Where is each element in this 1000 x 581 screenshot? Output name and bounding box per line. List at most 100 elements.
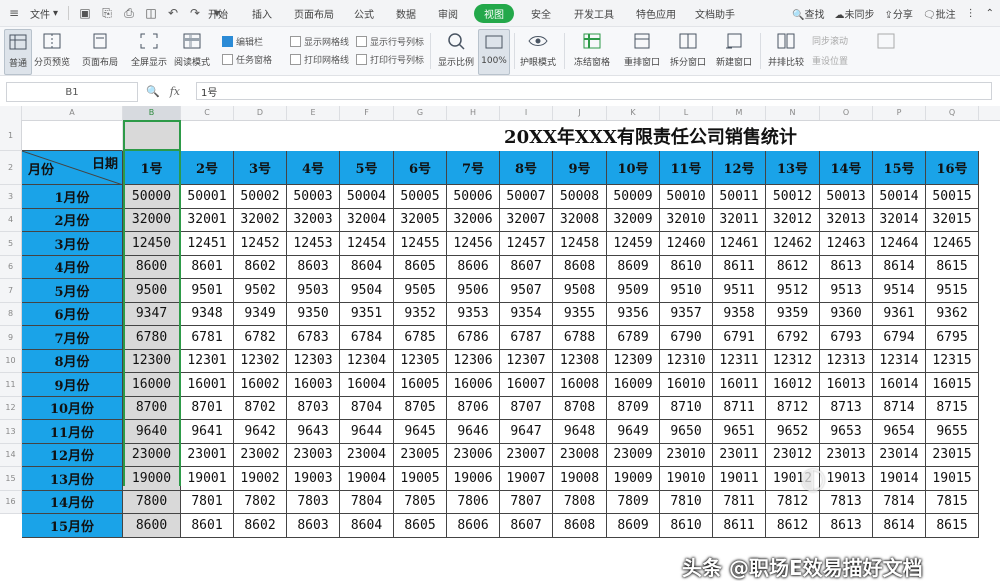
data-cell[interactable]: 12313 xyxy=(820,349,873,373)
data-cell[interactable]: 19003 xyxy=(287,467,340,491)
data-cell[interactable]: 9348 xyxy=(181,302,234,326)
data-cell[interactable]: 16012 xyxy=(766,373,820,397)
data-cell[interactable]: 8708 xyxy=(553,396,607,420)
month-label-cell[interactable]: 1月份 xyxy=(22,185,123,209)
data-cell[interactable]: 6787 xyxy=(500,326,553,350)
data-cell[interactable]: 9347 xyxy=(123,302,181,326)
data-cell[interactable]: 7803 xyxy=(287,490,340,514)
data-cell[interactable]: 8602 xyxy=(234,255,287,279)
data-cell[interactable]: 8714 xyxy=(873,396,926,420)
data-cell[interactable]: 50004 xyxy=(340,185,394,209)
column-header-d[interactable]: D xyxy=(234,106,287,120)
data-cell[interactable]: 23005 xyxy=(394,443,447,467)
tab-0[interactable]: 开始 xyxy=(196,4,240,23)
column-header-a[interactable]: A xyxy=(22,106,123,120)
data-cell[interactable]: 7807 xyxy=(500,490,553,514)
data-cell[interactable]: 32011 xyxy=(713,208,766,232)
eye-protection-button[interactable]: 护眼模式 xyxy=(518,29,558,73)
data-cell[interactable]: 16006 xyxy=(447,373,500,397)
print-preview-icon[interactable]: ◫ xyxy=(141,3,161,23)
data-cell[interactable]: 8705 xyxy=(394,396,447,420)
data-cell[interactable]: 12310 xyxy=(660,349,713,373)
month-label-cell[interactable]: 12月份 xyxy=(22,443,123,467)
data-cell[interactable]: 8702 xyxy=(234,396,287,420)
row-header-4[interactable]: 4 xyxy=(0,208,22,232)
data-cell[interactable]: 8608 xyxy=(553,514,607,538)
data-cell[interactable]: 9349 xyxy=(234,302,287,326)
data-cell[interactable]: 9654 xyxy=(873,420,926,444)
data-cell[interactable]: 8715 xyxy=(926,396,979,420)
data-cell[interactable]: 8603 xyxy=(287,255,340,279)
data-cell[interactable]: 50001 xyxy=(181,185,234,209)
data-cell[interactable]: 12454 xyxy=(340,232,394,256)
data-cell[interactable]: 32003 xyxy=(287,208,340,232)
data-cell[interactable]: 6792 xyxy=(766,326,820,350)
data-cell[interactable]: 9513 xyxy=(820,279,873,303)
data-cell[interactable]: 16015 xyxy=(926,373,979,397)
tab-9[interactable]: 特色应用 xyxy=(626,4,686,23)
data-cell[interactable]: 9648 xyxy=(553,420,607,444)
row-header-11[interactable]: 11 xyxy=(0,373,22,397)
reset-position-button[interactable]: 重设位置 xyxy=(812,51,868,69)
tab-6[interactable]: 视图 xyxy=(474,3,514,23)
formula-input[interactable]: 1号 xyxy=(196,82,992,100)
data-cell[interactable]: 16010 xyxy=(660,373,713,397)
data-cell[interactable]: 7806 xyxy=(447,490,500,514)
data-cell[interactable]: 16014 xyxy=(873,373,926,397)
comment-button[interactable]: 🗨批注 xyxy=(923,6,956,21)
data-cell[interactable]: 8712 xyxy=(766,396,820,420)
data-cell[interactable]: 19011 xyxy=(713,467,766,491)
day-header-cell[interactable]: 12号 xyxy=(713,151,766,185)
data-cell[interactable]: 50000 xyxy=(123,185,181,209)
month-label-cell[interactable]: 6月份 xyxy=(22,302,123,326)
sync-scroll-button[interactable]: 同步滚动 xyxy=(812,31,868,49)
print-icon[interactable]: ⎙ xyxy=(119,3,139,23)
data-cell[interactable]: 12308 xyxy=(553,349,607,373)
search-button[interactable]: 🔍查找 xyxy=(792,6,824,21)
data-cell[interactable]: 19009 xyxy=(607,467,660,491)
data-cell[interactable]: 6793 xyxy=(820,326,873,350)
tab-2[interactable]: 页面布局 xyxy=(284,4,344,23)
data-cell[interactable]: 16000 xyxy=(123,373,181,397)
cell-b1-selected[interactable] xyxy=(123,120,181,151)
data-cell[interactable]: 32007 xyxy=(500,208,553,232)
data-cell[interactable]: 9508 xyxy=(553,279,607,303)
spreadsheet-grid[interactable]: ABCDEFGHIJKLMNOPQ 20XX年XXX有限责任公司销售统计 月份 … xyxy=(0,106,1000,580)
row-header-10[interactable]: 10 xyxy=(0,349,22,373)
data-cell[interactable]: 9358 xyxy=(713,302,766,326)
data-cell[interactable]: 23007 xyxy=(500,443,553,467)
formula-bar-checkbox[interactable]: 编辑栏 xyxy=(222,35,263,48)
data-cell[interactable]: 12312 xyxy=(766,349,820,373)
data-cell[interactable]: 16004 xyxy=(340,373,394,397)
data-cell[interactable]: 12300 xyxy=(123,349,181,373)
data-cell[interactable]: 8605 xyxy=(394,514,447,538)
data-cell[interactable]: 32013 xyxy=(820,208,873,232)
data-cell[interactable]: 7804 xyxy=(340,490,394,514)
data-cell[interactable]: 9351 xyxy=(340,302,394,326)
data-cell[interactable]: 9640 xyxy=(123,420,181,444)
arrange-windows-button[interactable]: 重排窗口 xyxy=(620,29,664,73)
cell-a1[interactable] xyxy=(22,120,123,151)
data-cell[interactable]: 9350 xyxy=(287,302,340,326)
data-cell[interactable]: 23006 xyxy=(447,443,500,467)
data-cell[interactable]: 50015 xyxy=(926,185,979,209)
day-header-cell[interactable]: 6号 xyxy=(394,151,447,185)
row-header-13[interactable]: 13 xyxy=(0,420,22,444)
data-cell[interactable]: 9643 xyxy=(287,420,340,444)
data-cell[interactable]: 50005 xyxy=(394,185,447,209)
data-cell[interactable]: 9644 xyxy=(340,420,394,444)
month-label-cell[interactable]: 4月份 xyxy=(22,255,123,279)
data-cell[interactable]: 6788 xyxy=(553,326,607,350)
data-cell[interactable]: 9509 xyxy=(607,279,660,303)
data-cell[interactable]: 32001 xyxy=(181,208,234,232)
data-cell[interactable]: 9503 xyxy=(287,279,340,303)
data-cell[interactable]: 8604 xyxy=(340,255,394,279)
data-cell[interactable]: 8615 xyxy=(926,255,979,279)
data-cell[interactable]: 8602 xyxy=(234,514,287,538)
row-header-9[interactable]: 9 xyxy=(0,326,22,350)
data-cell[interactable]: 12460 xyxy=(660,232,713,256)
data-cell[interactable]: 6791 xyxy=(713,326,766,350)
month-label-cell[interactable]: 3月份 xyxy=(22,232,123,256)
data-cell[interactable]: 12462 xyxy=(766,232,820,256)
window-switch-button[interactable] xyxy=(874,29,898,73)
